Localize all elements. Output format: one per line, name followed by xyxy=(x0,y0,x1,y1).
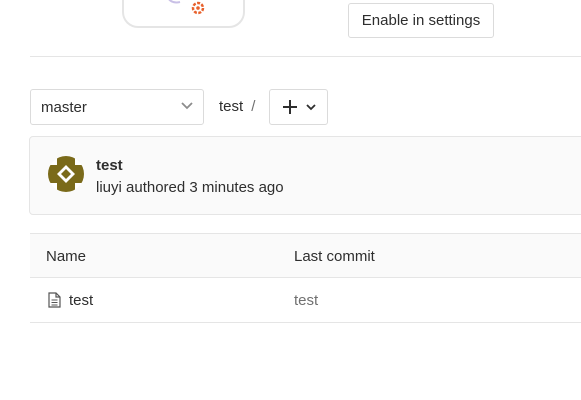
gear-icon xyxy=(191,1,205,15)
plus-icon xyxy=(282,100,297,114)
pipeline-illustration xyxy=(122,0,245,28)
commit-title-link[interactable]: test xyxy=(96,157,123,174)
avatar[interactable] xyxy=(48,156,84,192)
column-header-name: Name xyxy=(46,248,87,265)
breadcrumb-separator: / xyxy=(251,98,256,115)
breadcrumb-project-link[interactable]: test xyxy=(219,98,243,115)
column-header-last-commit: Last commit xyxy=(294,248,375,265)
branch-select-value: master xyxy=(41,98,87,116)
repository-page: Enable in settings master test / test li… xyxy=(0,0,581,400)
branch-select[interactable]: master xyxy=(30,89,204,125)
file-icon xyxy=(48,292,61,308)
commit-author-meta: liuyi authored 3 minutes ago xyxy=(96,179,284,196)
enable-in-settings-button[interactable]: Enable in settings xyxy=(348,3,494,38)
chevron-down-icon xyxy=(305,103,316,110)
add-new-dropdown[interactable] xyxy=(269,89,328,125)
last-commit-panel: test liuyi authored 3 minutes ago xyxy=(29,136,581,215)
table-row[interactable]: test test xyxy=(30,278,581,323)
chevron-down-icon xyxy=(181,102,193,110)
file-table-header: Name Last commit xyxy=(30,233,581,278)
file-last-commit-link[interactable]: test xyxy=(294,292,318,309)
breadcrumb: test / xyxy=(219,98,255,115)
file-name-link[interactable]: test xyxy=(69,292,93,309)
divider xyxy=(30,56,581,57)
